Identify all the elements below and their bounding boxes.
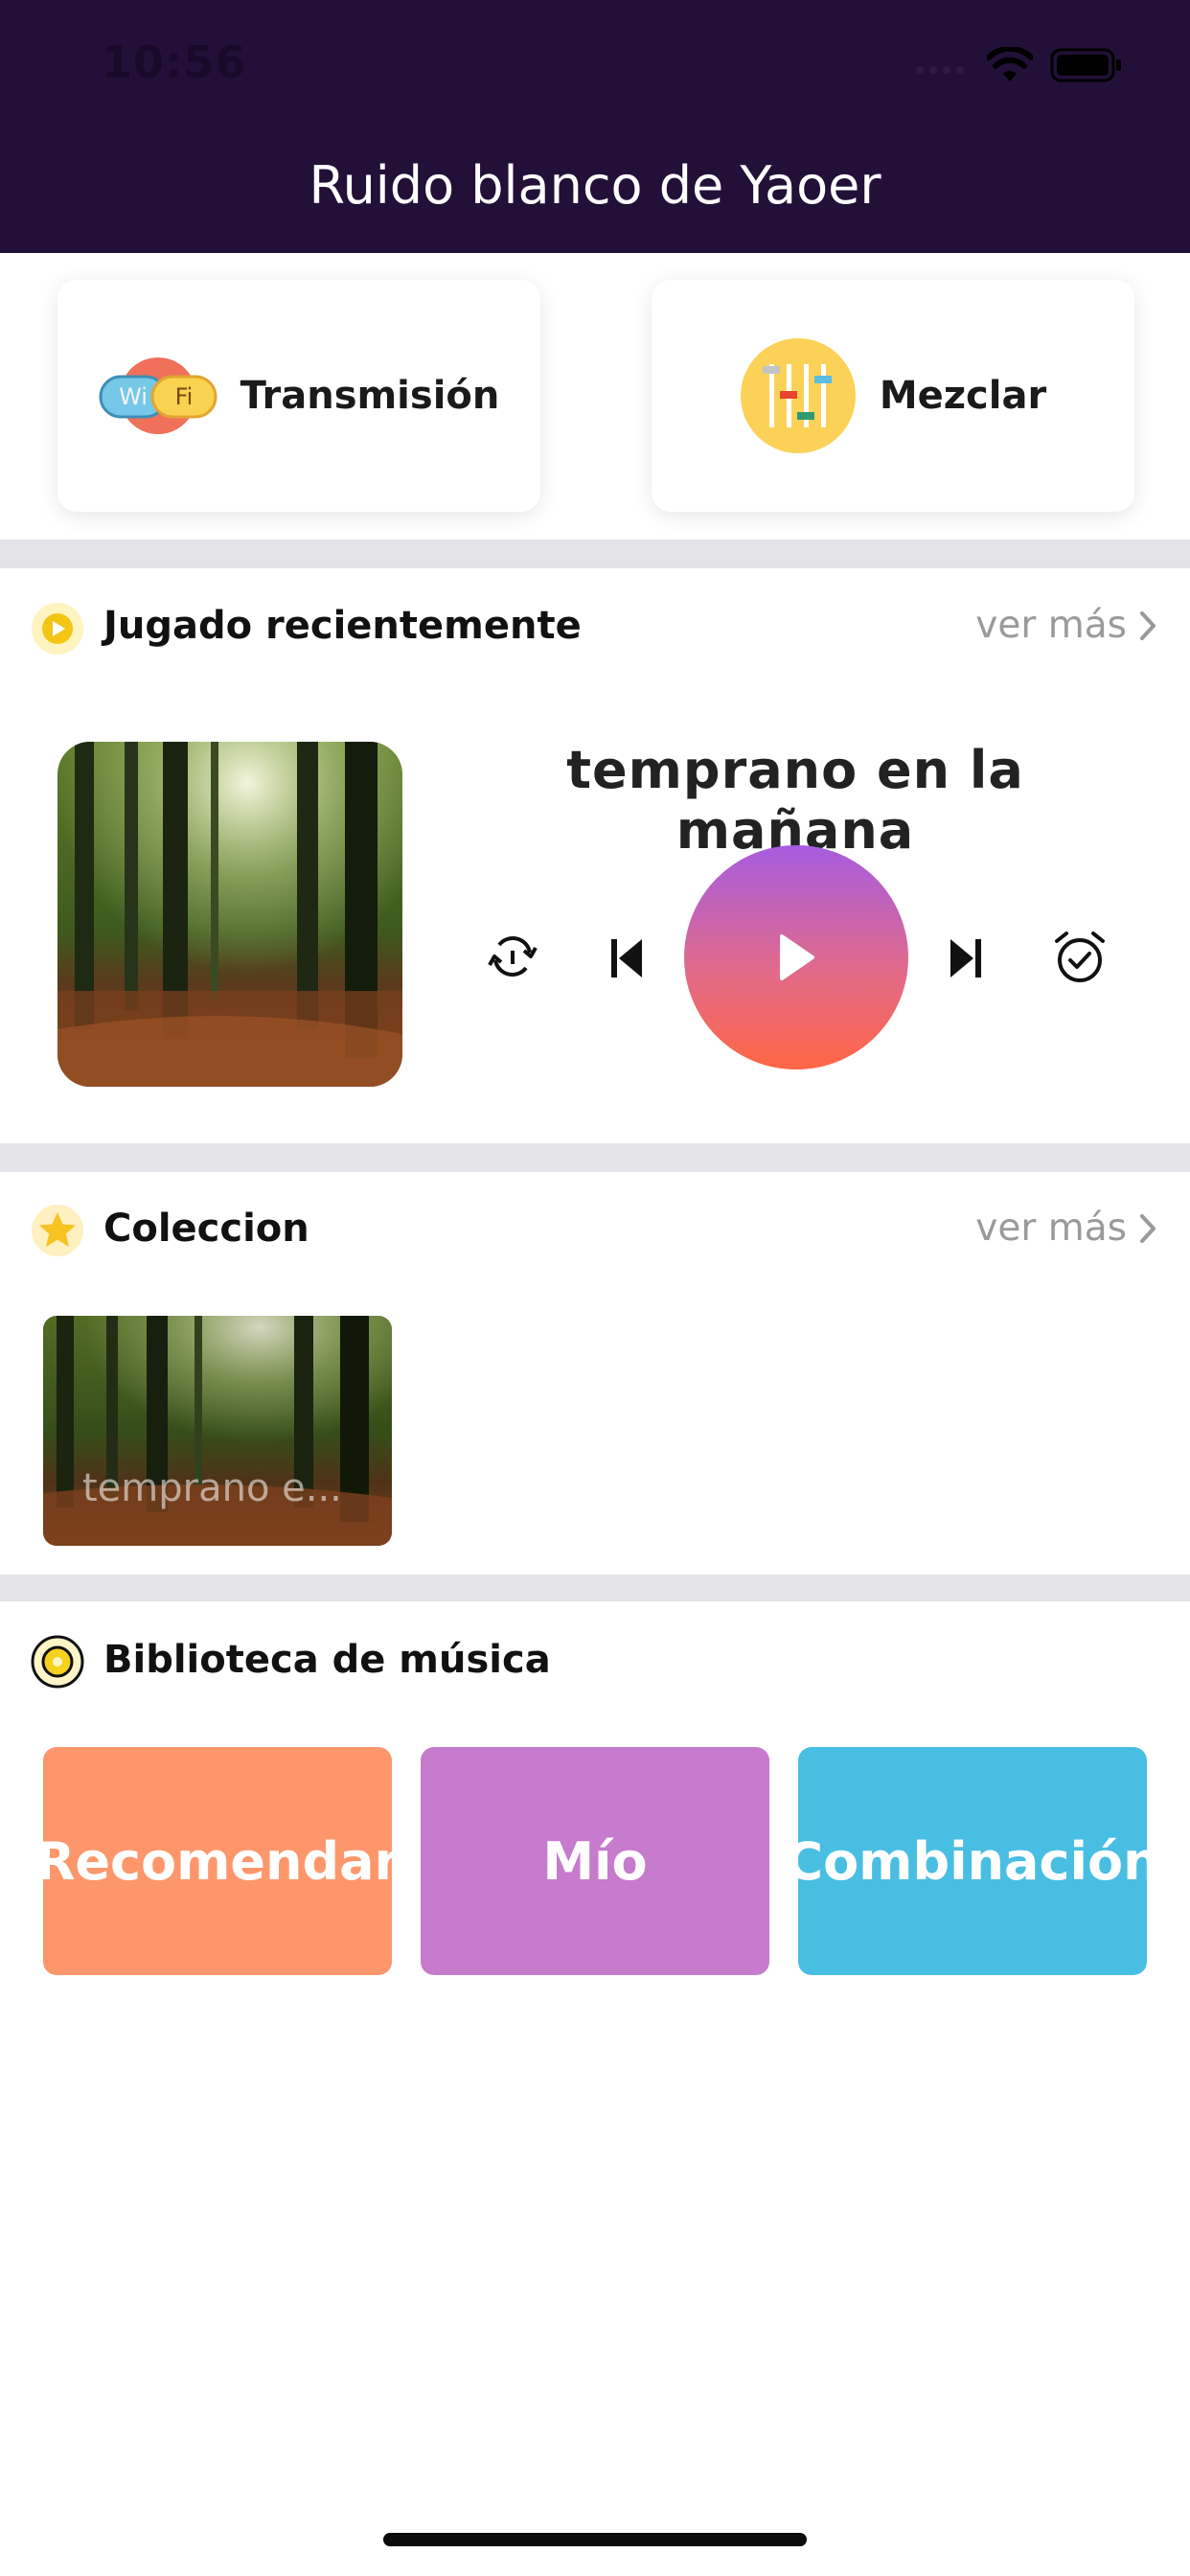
chevron-right-icon <box>1140 610 1156 640</box>
collection-item-caption: temprano e... <box>82 1466 342 1510</box>
play-circle-icon <box>32 603 83 655</box>
track-title: temprano en la mañana <box>566 740 1024 861</box>
repeat-button[interactable] <box>479 928 546 985</box>
page-title: Ruido blanco de Yaoer <box>309 155 881 216</box>
forest-image <box>57 742 402 1087</box>
mixer-icon <box>740 338 856 453</box>
section-divider <box>0 1575 1190 1601</box>
play-icon <box>780 934 814 980</box>
recent-see-more-link[interactable]: ver más <box>975 604 1157 647</box>
library-title: Biblioteca de música <box>103 1638 551 1682</box>
recommend-tile[interactable]: Recomendar <box>35 1747 400 1975</box>
wifi-icon-text-left: Wi <box>119 383 148 410</box>
next-button[interactable] <box>937 930 995 987</box>
recent-see-more-label: ver más <box>975 604 1127 647</box>
mix-card[interactable]: Mezclar <box>652 280 1134 512</box>
star-icon <box>32 1205 83 1256</box>
status-time: 10:56 <box>102 36 247 88</box>
app-header: 10:56 Ruido blanco de Yaoer <box>0 0 1190 253</box>
wifi-icon: Wi Fi <box>99 357 217 434</box>
mix-label: Mezclar <box>879 374 1047 418</box>
transmission-label: Transmisión <box>240 374 500 418</box>
battery-icon <box>1050 48 1121 82</box>
mine-tile[interactable]: Mío <box>421 1747 769 1975</box>
chevron-right-icon <box>1140 1213 1156 1243</box>
home-indicator[interactable] <box>383 2533 807 2546</box>
recent-track-cover[interactable] <box>57 742 402 1087</box>
alarm-button[interactable] <box>1046 924 1113 991</box>
collection-title: Coleccion <box>103 1207 309 1251</box>
section-divider <box>0 1143 1190 1172</box>
transmission-card[interactable]: Wi Fi Transmisión <box>57 280 540 512</box>
collection-see-more-label: ver más <box>975 1207 1127 1250</box>
recent-title: Jugado recientemente <box>103 604 582 648</box>
collection-item[interactable] <box>43 1316 392 1546</box>
status-icons <box>914 46 1123 84</box>
next-icon <box>950 939 981 978</box>
alarm-icon <box>1055 932 1105 982</box>
collection-see-more-link[interactable]: ver más <box>975 1207 1157 1250</box>
cellular-signal-icon <box>916 66 964 74</box>
repeat-icon <box>488 936 538 977</box>
combination-tile[interactable]: Combinación <box>785 1747 1160 1975</box>
previous-icon <box>611 939 642 978</box>
previous-button[interactable] <box>598 930 655 987</box>
disc-icon <box>31 1635 84 1689</box>
wifi-icon-text-right: Fi <box>174 383 193 410</box>
play-button[interactable] <box>684 845 908 1070</box>
section-divider <box>0 540 1190 568</box>
forest-image <box>43 1316 392 1546</box>
wifi-signal-icon <box>987 47 1033 81</box>
